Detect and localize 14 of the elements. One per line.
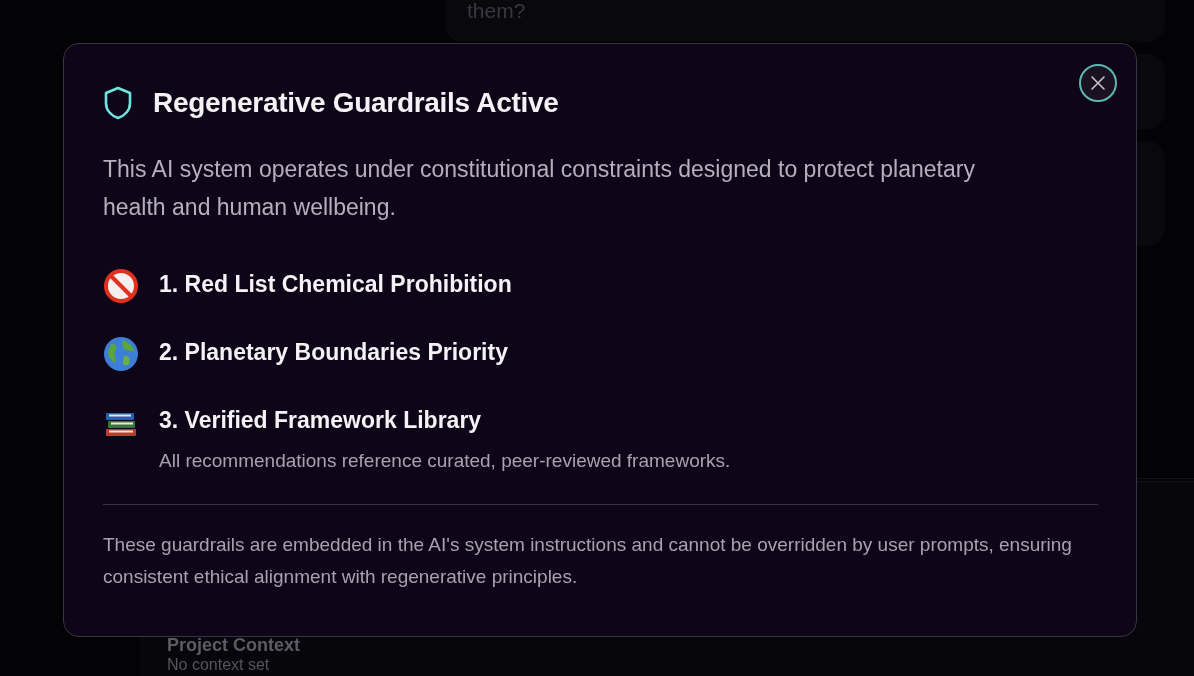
guardrail-title: 3. Verified Framework Library: [159, 407, 483, 434]
footer-note: These guardrails are embedded in the AI's system instructions and cannot be overridden by user prompts, ensuring consistent ethical alignment with regenerative principles.: [103, 533, 1073, 589]
close-icon: [1090, 75, 1106, 91]
globe-icon: [103, 336, 139, 372]
guardrail-title: 1. Red List Chemical Prohibition: [159, 271, 512, 298]
dialog-title: Regenerative Guardrails Active: [153, 87, 559, 119]
guardrail-description: All recommendations reference curated, peer-reviewed frameworks.: [159, 450, 731, 472]
shield-icon: [103, 86, 133, 120]
guardrail-title: 2. Planetary Boundaries Priority: [159, 339, 508, 366]
dialog-description: This AI system operates under constitutional constraints designed to protect planetary health and human wellbeing.: [103, 155, 976, 222]
prohibited-icon: [103, 268, 139, 304]
close-button[interactable]: [1079, 64, 1117, 102]
panel-title: Project Context: [167, 635, 302, 656]
panel-value: No context set: [167, 656, 271, 674]
